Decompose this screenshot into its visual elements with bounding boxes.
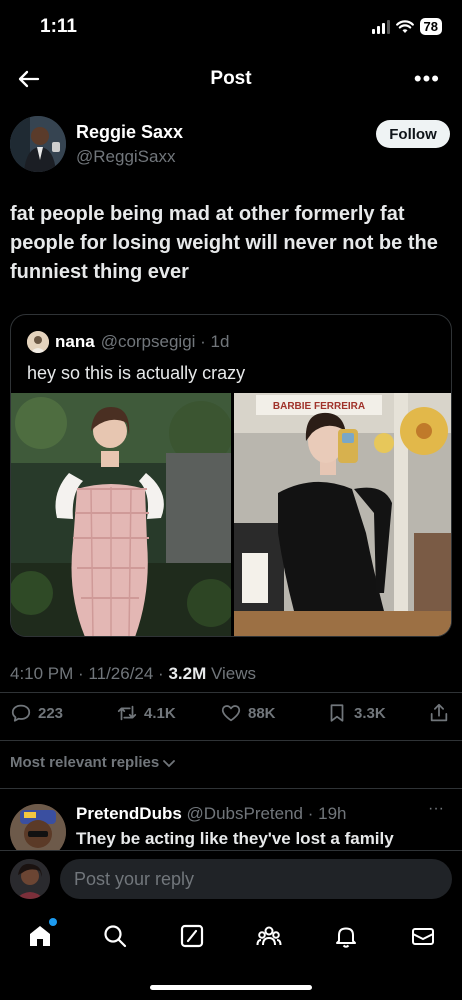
post-timestamp: 4:10 PM · 11/26/24 · <box>10 664 169 683</box>
quoted-photo-after[interactable]: BARBIE FERREIRA <box>234 393 451 636</box>
post-text: fat people being mad at other formerly f… <box>10 203 438 283</box>
quoted-photo-before[interactable] <box>11 393 231 636</box>
bookmark-button[interactable]: 3.3K <box>326 702 386 724</box>
reply-more-button[interactable]: ··· <box>428 800 444 818</box>
repost-button[interactable]: 4.1K <box>116 702 176 724</box>
reply-author-name[interactable]: PretendDubs <box>76 804 182 823</box>
share-icon <box>430 703 448 722</box>
reply-header: PretendDubs @DubsPretend · 19h <box>76 804 347 824</box>
search-icon <box>104 925 127 948</box>
status-time: 1:11 <box>40 16 77 37</box>
replies-sort-label: Most relevant replies <box>10 754 160 771</box>
quoted-post-text: hey so this is actually crazy <box>27 363 246 383</box>
reply-text: They be acting like they've lost a famil… <box>76 829 394 848</box>
bookmark-count: 3.3K <box>354 704 386 722</box>
signal-icon <box>371 19 390 34</box>
status-bar: 1:11 78 <box>0 0 462 56</box>
views-label: Views <box>206 664 256 683</box>
grok-icon <box>180 924 204 948</box>
reply-count: 223 <box>38 704 64 722</box>
chevron-down-icon <box>163 759 176 767</box>
replies-sort-dropdown[interactable]: Most relevant replies <box>10 754 176 771</box>
tab-communities[interactable] <box>255 922 283 950</box>
post-actions: 223 4.1K 88K 3.3K <box>10 702 452 730</box>
wifi-icon <box>395 19 414 33</box>
repost-count: 4.1K <box>144 704 176 722</box>
reply-item[interactable]: PretendDubs @DubsPretend · 19h ··· They … <box>10 800 450 850</box>
bookmark-icon <box>330 704 344 722</box>
page-title: Post <box>210 68 252 89</box>
divider <box>0 788 462 789</box>
author-handle[interactable]: @ReggiSaxx <box>76 147 175 167</box>
tab-notifications[interactable] <box>332 922 360 950</box>
mirror-sign-text: BARBIE FERREIRA <box>273 401 365 412</box>
quoted-author-avatar <box>27 331 49 353</box>
like-count: 88K <box>248 704 276 722</box>
notification-dot <box>49 918 57 926</box>
views-count[interactable]: 3.2M <box>168 664 206 683</box>
post-meta: 4:10 PM · 11/26/24 · 3.2M Views <box>10 664 256 684</box>
divider <box>0 740 462 741</box>
post-author: Reggie Saxx @ReggiSaxx Follow <box>10 114 450 176</box>
quoted-post[interactable]: nana @corpsegigi · 1d hey so this is act… <box>10 314 452 637</box>
follow-button[interactable]: Follow <box>376 120 450 148</box>
more-options-button[interactable]: ••• <box>414 66 440 92</box>
like-button[interactable]: 88K <box>220 702 276 724</box>
reply-author-handle[interactable]: @DubsPretend · 19h <box>187 804 347 823</box>
quoted-author-name: nana <box>55 332 95 351</box>
reply-author-avatar[interactable] <box>10 804 66 850</box>
battery-indicator: 78 <box>419 18 442 35</box>
divider <box>0 692 462 693</box>
top-nav: Post ••• <box>0 56 462 102</box>
home-indicator <box>150 985 312 990</box>
reply-composer <box>0 850 462 910</box>
share-button[interactable] <box>428 702 450 724</box>
quoted-post-header: nana @corpsegigi · 1d <box>27 331 229 353</box>
reply-icon <box>11 704 31 722</box>
mail-icon <box>412 928 434 945</box>
bell-icon <box>336 927 356 948</box>
quoted-author-handle: @corpsegigi · 1d <box>100 332 230 351</box>
reply-input[interactable] <box>60 859 452 899</box>
home-icon <box>30 926 50 946</box>
status-indicators: 78 <box>371 18 442 35</box>
tab-messages[interactable] <box>409 922 437 950</box>
author-avatar[interactable] <box>10 116 66 172</box>
communities-icon <box>256 926 282 946</box>
current-user-avatar[interactable] <box>10 859 50 899</box>
quoted-media[interactable]: BARBIE FERREIRA <box>11 393 451 636</box>
author-name[interactable]: Reggie Saxx <box>76 122 183 143</box>
tab-grok[interactable] <box>178 922 206 950</box>
tab-search[interactable] <box>101 922 129 950</box>
tab-home[interactable] <box>26 918 57 950</box>
repost-icon <box>117 705 137 721</box>
reply-button[interactable]: 223 <box>10 702 63 724</box>
heart-icon <box>221 705 241 722</box>
bottom-tab-bar <box>0 910 462 960</box>
